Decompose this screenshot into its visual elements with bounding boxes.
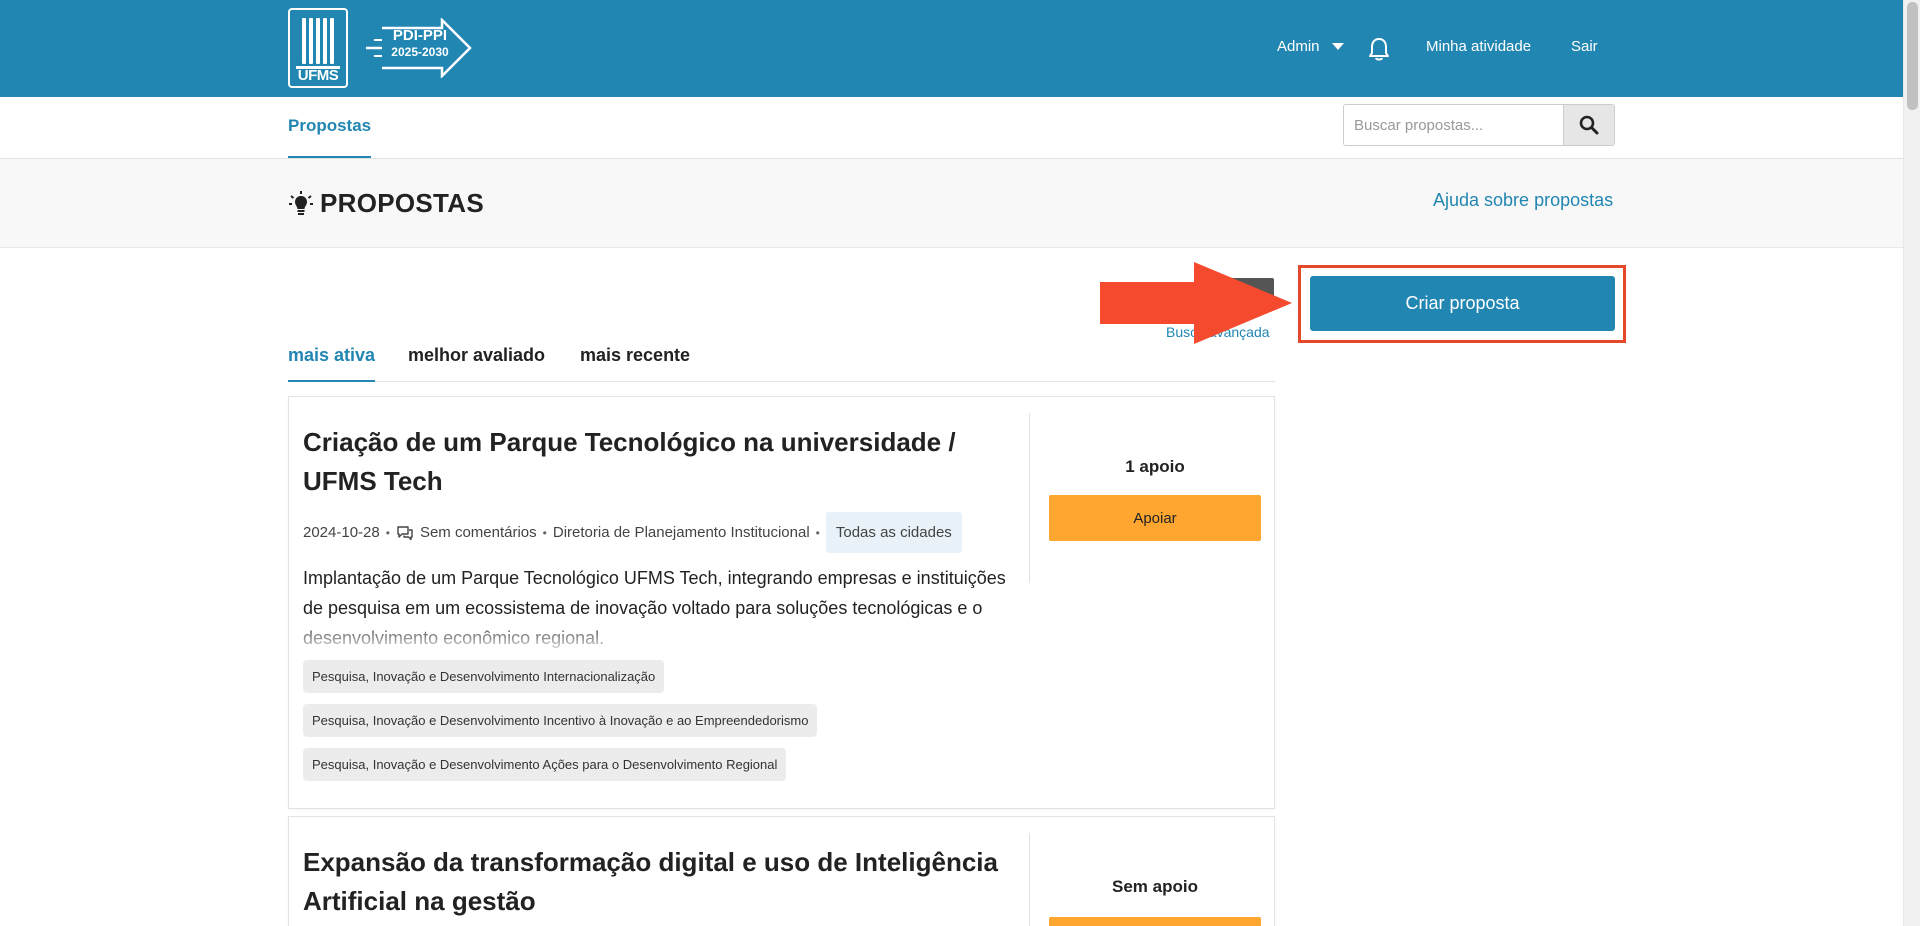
title-band: [0, 159, 1903, 248]
annotation-arrow-icon: [1100, 262, 1292, 344]
ufms-logo[interactable]: UFMS: [288, 8, 348, 88]
user-menu[interactable]: Admin: [1277, 38, 1344, 55]
sort-tab-most-recent[interactable]: mais recente: [580, 345, 690, 380]
card-divider: [1029, 833, 1030, 926]
ufms-logo-columns: [300, 18, 336, 64]
my-activity-link[interactable]: Minha atividade: [1426, 38, 1531, 55]
sort-tabs: mais ativa melhor avaliado mais recente: [288, 342, 1275, 382]
meta-separator: •: [542, 525, 547, 540]
top-header: UFMS PDI-PPI 2025-2030 Admin Minha ativi…: [0, 0, 1903, 97]
page-title-text: PROPOSTAS: [320, 188, 485, 218]
support-button[interactable]: Apoiar: [1049, 495, 1261, 541]
proposal-title[interactable]: Expansão da transformação digital e uso …: [303, 843, 1023, 921]
proposal-author: Diretoria de Planejamento Institucional: [552, 524, 810, 541]
chevron-down-icon: [1331, 43, 1344, 50]
scrollbar-thumb[interactable]: [1907, 2, 1918, 110]
proposal-tags: Pesquisa, Inovação e Desenvolvimento Int…: [303, 660, 818, 781]
tab-proposals[interactable]: Propostas: [288, 97, 372, 158]
proposal-card: Expansão da transformação digital e uso …: [288, 816, 1275, 926]
search-icon: [1579, 115, 1599, 135]
sort-tab-best-rated[interactable]: melhor avaliado: [408, 345, 545, 380]
user-menu-label: Admin: [1277, 38, 1320, 55]
proposal-description: Implantação de um Parque Tecnológico UFM…: [303, 563, 1028, 649]
pdi-logo-years: 2025-2030: [391, 45, 449, 59]
card-divider: [1029, 413, 1030, 583]
help-proposals-link[interactable]: Ajuda sobre propostas: [1433, 190, 1613, 211]
proposal-date: 2024-10-28: [303, 524, 380, 541]
search-input[interactable]: [1344, 105, 1563, 145]
bell-icon-graphic: [1369, 38, 1389, 61]
meta-separator: •: [815, 525, 820, 540]
ufms-logo-text: UFMS: [297, 67, 339, 84]
support-button[interactable]: Apoiar: [1049, 917, 1261, 926]
proposal-title[interactable]: Criação de um Parque Tecnológico na univ…: [303, 423, 1023, 501]
proposal-comments[interactable]: Sem comentários: [420, 524, 537, 541]
comments-icon: [397, 525, 413, 540]
logout-link[interactable]: Sair: [1571, 38, 1598, 55]
proposal-card: Criação de um Parque Tecnológico na univ…: [288, 396, 1275, 809]
bell-icon[interactable]: [1367, 36, 1391, 62]
page-title: PROPOSTAS: [288, 188, 484, 219]
description-fade: [303, 619, 1028, 649]
meta-separator: •: [385, 525, 390, 540]
pdi-ppi-logo[interactable]: PDI-PPI 2025-2030: [362, 16, 472, 80]
sub-navigation: Propostas: [0, 97, 1903, 159]
tag-item[interactable]: Pesquisa, Inovação e Desenvolvimento Int…: [303, 660, 665, 693]
lightbulb-icon: [289, 190, 313, 215]
create-proposal-button[interactable]: Criar proposta: [1310, 276, 1615, 331]
search-button[interactable]: [1563, 105, 1614, 145]
tag-item[interactable]: Pesquisa, Inovação e Desenvolvimento Açõ…: [303, 748, 787, 781]
tag-item[interactable]: Pesquisa, Inovação e Desenvolvimento Inc…: [303, 704, 818, 737]
pdi-logo-title: PDI-PPI: [392, 27, 448, 44]
search-bar: [1343, 104, 1615, 146]
support-count: Sem apoio: [1112, 877, 1198, 896]
sort-tab-most-active[interactable]: mais ativa: [288, 345, 376, 382]
city-badge[interactable]: Todas as cidades: [825, 512, 962, 553]
page-scrollbar[interactable]: [1903, 0, 1920, 926]
proposal-meta: 2024-10-28 • Sem comentários • Diretoria…: [303, 512, 962, 553]
support-count: 1 apoio: [1125, 457, 1185, 476]
